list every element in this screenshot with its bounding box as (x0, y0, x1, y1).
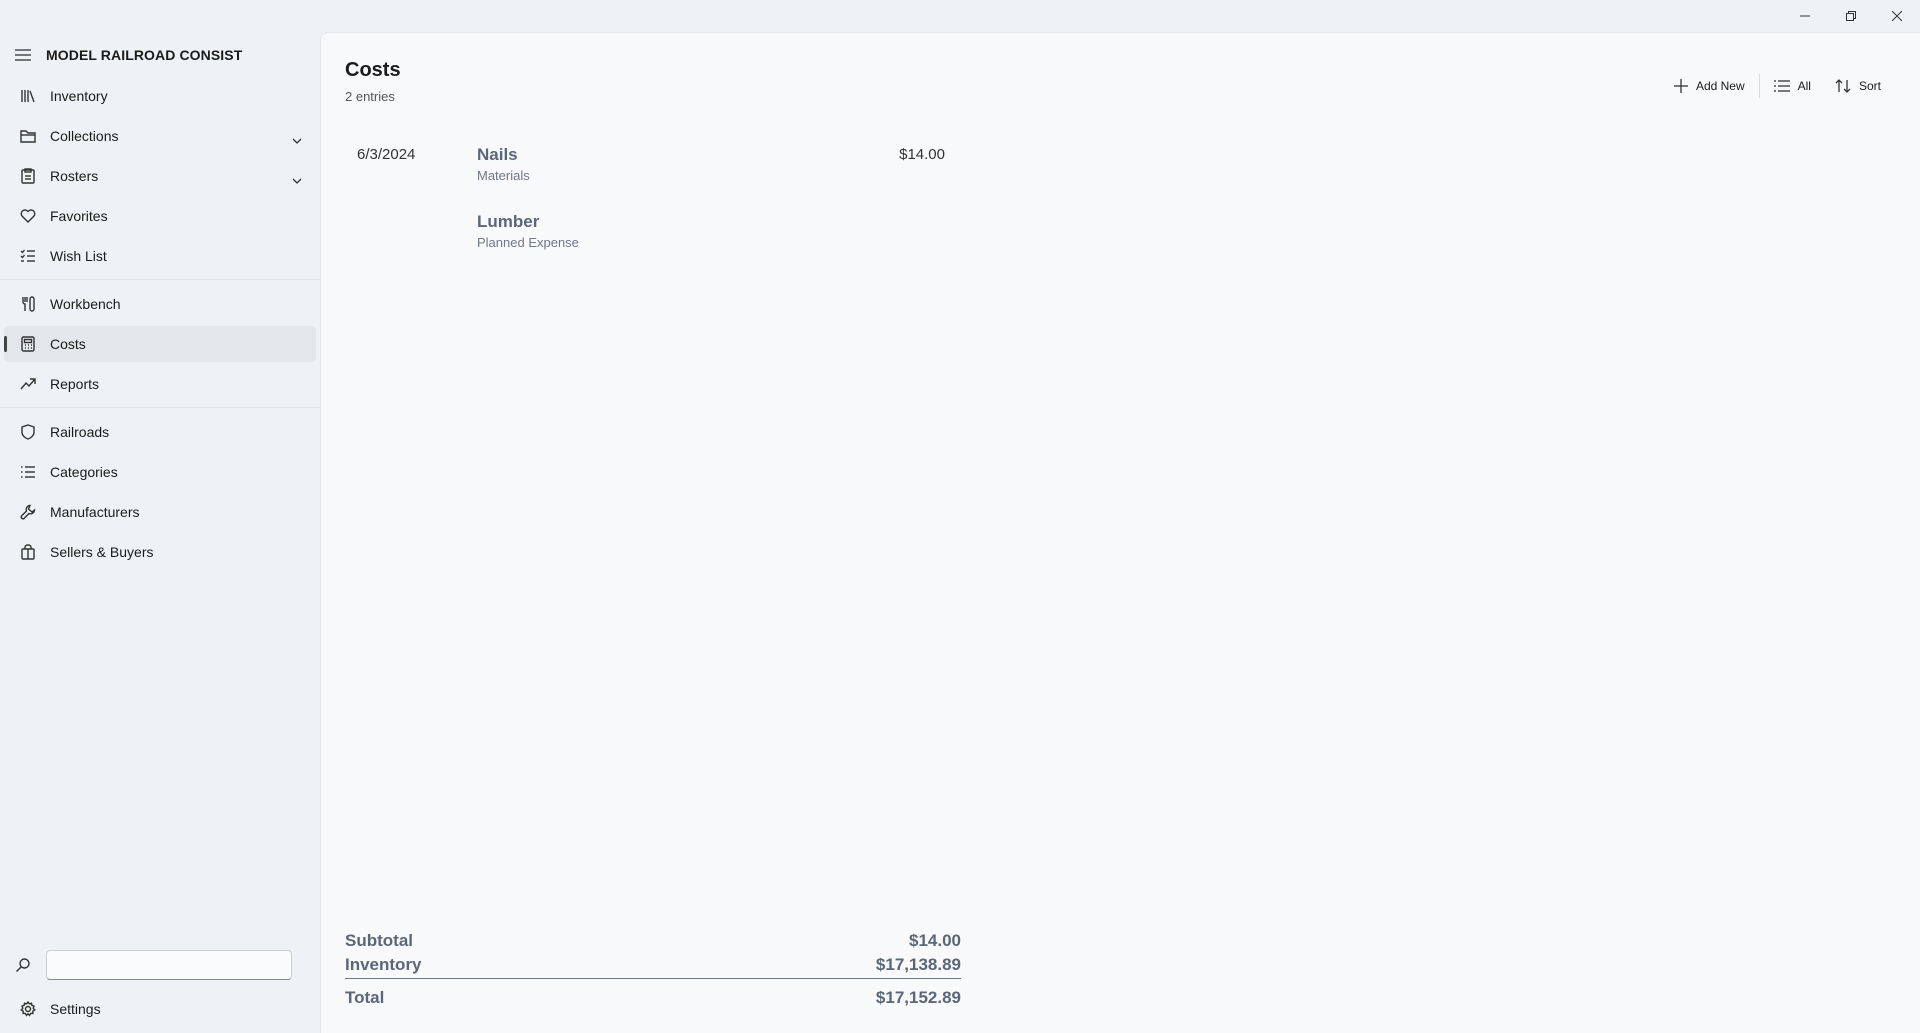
inventory-value: $17,138.89 (875, 955, 961, 974)
divider (0, 279, 320, 280)
hamburger-icon (15, 49, 31, 61)
nav-item-label: Workbench (50, 296, 121, 312)
nav-item-label: Settings (50, 1001, 101, 1017)
heart-icon (4, 208, 50, 224)
divider (0, 407, 320, 408)
nav-item-sellers-buyers[interactable]: Sellers & Buyers (4, 534, 316, 570)
entry-date: 6/3/2024 (357, 146, 416, 163)
nav-item-wish-list[interactable]: Wish List (4, 238, 316, 274)
sort-label: Sort (1858, 79, 1881, 93)
shopping-bag-icon (4, 544, 50, 560)
plus-icon (1673, 79, 1688, 93)
menu-toggle-button[interactable] (0, 49, 46, 61)
nav-item-label: Rosters (50, 168, 99, 184)
command-bar: Add New All Sort (1662, 70, 1893, 102)
inventory-row: Inventory $17,138.89 (345, 953, 961, 977)
entry-category: Planned Expense (477, 235, 579, 250)
nav-item-label: Inventory (50, 88, 108, 104)
chevron-down-icon[interactable] (292, 131, 302, 147)
nav-item-rosters[interactable]: Rosters (4, 158, 316, 194)
nav-item-label: Railroads (50, 424, 110, 440)
add-new-label: Add New (1695, 79, 1745, 93)
entry-name: Nails (477, 145, 518, 164)
nav-item-label: Categories (50, 464, 118, 480)
totals-summary: Subtotal $14.00 Inventory $17,138.89 Tot… (345, 929, 961, 1010)
navigation-pane: MODEL RAILROAD CONSIST Inventory Collect… (0, 0, 320, 1032)
sort-button[interactable]: Sort (1823, 70, 1893, 102)
close-icon (1892, 11, 1902, 21)
list-icon (1773, 80, 1790, 92)
content-area: Costs 2 entries Add New All Sort 6/3/202… (320, 32, 1920, 1033)
trend-icon (4, 376, 50, 392)
restore-icon (1846, 11, 1856, 21)
search-input[interactable] (46, 950, 292, 980)
nav-item-reports[interactable]: Reports (4, 366, 316, 402)
entry-amount: $14.00 (899, 146, 945, 163)
entry-category: Materials (477, 168, 530, 183)
nav-item-collections[interactable]: Collections (4, 118, 316, 154)
totals-divider (345, 978, 961, 979)
entry-name: Lumber (477, 212, 540, 231)
nav-item-settings[interactable]: Settings (4, 991, 316, 1027)
nav-item-label: Favorites (50, 208, 108, 224)
list-item[interactable]: Lumber Planned Expense (345, 212, 945, 273)
clipboard-icon (4, 168, 50, 184)
page-title: Costs (345, 59, 401, 81)
nav-item-workbench[interactable]: Workbench (4, 286, 316, 322)
subtotal-label: Subtotal (345, 931, 413, 950)
total-row: Total $17,152.89 (345, 986, 961, 1010)
app-header: MODEL RAILROAD CONSIST (0, 40, 320, 70)
nav-item-railroads[interactable]: Railroads (4, 414, 316, 450)
books-icon (4, 88, 50, 104)
window-controls (1782, 0, 1920, 32)
filter-button[interactable]: All (1762, 70, 1823, 102)
search-row (0, 948, 320, 982)
filter-label: All (1797, 79, 1811, 93)
toolbar-separator (1758, 74, 1760, 98)
add-new-button[interactable]: Add New (1662, 70, 1757, 102)
selection-indicator (4, 336, 7, 352)
minimize-icon (1800, 15, 1810, 17)
nav-item-label: Costs (50, 336, 86, 352)
subtotal-row: Subtotal $14.00 (345, 929, 961, 953)
checklist-icon (4, 248, 50, 264)
total-value: $17,152.89 (875, 988, 961, 1007)
restore-button[interactable] (1828, 0, 1874, 32)
subtotal-value: $14.00 (909, 931, 961, 950)
app-title: MODEL RAILROAD CONSIST (46, 47, 243, 63)
nav-item-label: Collections (50, 128, 119, 144)
search-icon (0, 957, 46, 973)
nav-item-label: Sellers & Buyers (50, 544, 154, 560)
gear-icon (4, 1001, 50, 1017)
inventory-label: Inventory (345, 955, 422, 974)
list-icon (4, 464, 50, 480)
nav-item-label: Wish List (50, 248, 107, 264)
nav-item-costs[interactable]: Costs (4, 326, 316, 362)
nav-item-inventory[interactable]: Inventory (4, 78, 316, 114)
tools-icon (4, 296, 50, 312)
total-label: Total (345, 988, 385, 1007)
nav-item-favorites[interactable]: Favorites (4, 198, 316, 234)
nav-item-manufacturers[interactable]: Manufacturers (4, 494, 316, 530)
nav-item-label: Reports (50, 376, 100, 392)
minimize-button[interactable] (1782, 0, 1828, 32)
chevron-down-icon[interactable] (292, 171, 302, 187)
close-button[interactable] (1874, 0, 1920, 32)
wrench-icon (4, 504, 50, 520)
calculator-icon (4, 336, 50, 352)
entry-count: 2 entries (345, 89, 395, 104)
folder-icon (4, 128, 50, 144)
nav-item-label: Manufacturers (50, 504, 140, 520)
list-item[interactable]: 6/3/2024 Nails Materials $14.00 (345, 145, 945, 206)
shield-icon (4, 424, 50, 440)
sort-icon (1835, 79, 1851, 93)
nav-item-categories[interactable]: Categories (4, 454, 316, 490)
